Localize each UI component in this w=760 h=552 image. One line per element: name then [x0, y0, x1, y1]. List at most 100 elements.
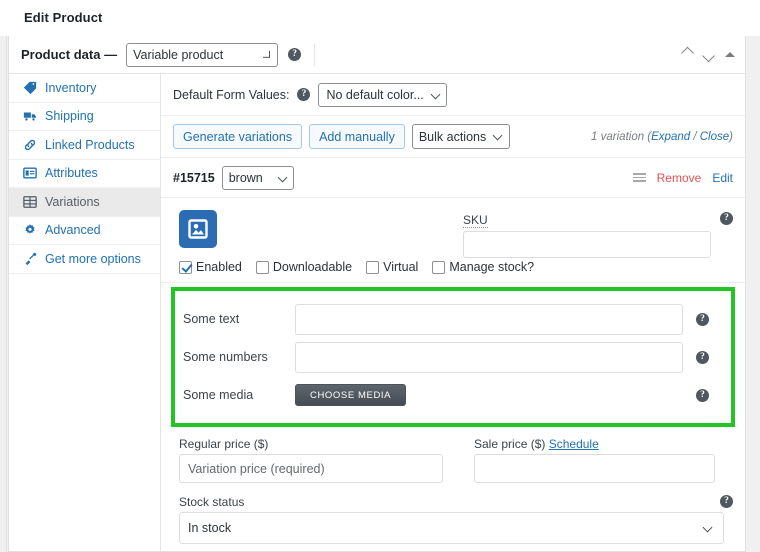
default-form-values-row: Default Form Values: ? No default color.… [161, 74, 745, 116]
chevron-down-icon [702, 522, 713, 533]
checkbox-box [179, 260, 192, 274]
sidebar-item-label: Linked Products [45, 137, 135, 152]
product-type-select[interactable]: Variable product [126, 42, 279, 67]
left-gutter [0, 36, 7, 552]
chevron-down-icon [430, 89, 441, 99]
variation-attribute-select[interactable]: brown [221, 165, 294, 190]
product-type-value: Variable product [133, 47, 224, 62]
variation-body: SKU ? Enabled Downloadable Virtual Manag… [161, 198, 745, 544]
help-icon[interactable]: ? [720, 212, 733, 225]
stock-status-label: Stock status [179, 495, 245, 509]
stock-status-select[interactable]: In stock [179, 512, 724, 544]
variation-count-text: 1 variation ( [591, 130, 652, 143]
custom-field-row-some-media: Some media CHOOSE MEDIA ? [175, 376, 731, 414]
toggle-panel-icon[interactable] [725, 52, 735, 57]
variation-count: 1 variation (Expand / Close) [591, 131, 733, 143]
sidebar-item-attributes[interactable]: Attributes [9, 160, 160, 188]
variation-id: #15715 [173, 170, 215, 185]
move-down-icon[interactable] [702, 49, 715, 63]
sidebar-item-label: Get more options [45, 251, 141, 266]
sidebar-item-label: Shipping [45, 109, 94, 123]
bulk-actions-value: Bulk actions [418, 129, 487, 144]
variation-attribute-value: brown [228, 170, 263, 185]
sidebar-item-linked-products[interactable]: Linked Products [9, 131, 160, 160]
sidebar-item-advanced[interactable]: Advanced [9, 217, 160, 245]
default-color-value: No default color... [326, 87, 424, 102]
variations-toolbar: Generate variations Add manually Bulk ac… [161, 116, 745, 158]
help-icon[interactable]: ? [720, 495, 733, 508]
some-numbers-input[interactable] [295, 341, 683, 373]
checkbox-downloadable[interactable]: Downloadable [255, 260, 352, 274]
custom-fields-highlight-box: Some text ? Some numbers ? Some media CH… [171, 287, 735, 427]
some-text-input[interactable] [295, 303, 683, 335]
sale-price-input[interactable] [474, 454, 715, 483]
metabox-header: Product data — Variable product ? [9, 36, 745, 74]
close-link[interactable]: Close [700, 131, 729, 143]
metabox-header-label: Product data — [21, 47, 118, 62]
chevron-down-icon [263, 50, 271, 58]
custom-field-label: Some text [183, 312, 240, 326]
checkbox-label: Virtual [383, 260, 419, 274]
chevron-down-icon [277, 172, 288, 182]
page-title: Edit Product [24, 10, 103, 25]
grid-icon [23, 195, 37, 209]
add-manually-button[interactable]: Add manually [309, 124, 405, 149]
metabox-body: Inventory Shipping Linked Products Attri… [9, 74, 745, 551]
checkbox-box [255, 260, 269, 274]
header-divider [314, 44, 315, 66]
help-icon[interactable]: ? [696, 313, 709, 326]
sidebar-item-shipping[interactable]: Shipping [9, 103, 160, 131]
move-up-icon[interactable] [681, 46, 694, 60]
sidebar-item-inventory[interactable]: Inventory [9, 74, 160, 103]
stock-status-value: In stock [188, 521, 232, 535]
bulk-actions-select[interactable]: Bulk actions [411, 124, 510, 149]
product-data-metabox: Product data — Variable product ? Invent… [8, 36, 746, 552]
sidebar-item-label: Attributes [45, 166, 98, 180]
help-icon[interactable]: ? [696, 389, 709, 402]
sale-price-label: Sale price ($) Schedule [474, 437, 599, 451]
sidebar-item-label: Advanced [45, 223, 101, 237]
checkbox-label: Manage stock? [449, 260, 535, 274]
variation-checkboxes: Enabled Downloadable Virtual Manage stoc… [161, 260, 745, 283]
expand-link[interactable]: Expand [651, 131, 690, 143]
metabox-actions [681, 36, 735, 73]
custom-field-label: Some numbers [183, 350, 268, 364]
page-body: Product data — Variable product ? Invent… [0, 36, 760, 552]
schedule-link[interactable]: Schedule [549, 437, 599, 451]
custom-field-row-some-numbers: Some numbers ? [175, 338, 731, 376]
regular-price-input[interactable]: Variation price (required) [179, 454, 443, 483]
sidebar-item-get-more-options[interactable]: Get more options [9, 245, 160, 274]
stock-status-block: Stock status In stock ? [179, 495, 745, 544]
count-separator: / [690, 130, 700, 143]
count-end: ) [729, 130, 733, 143]
image-placeholder-icon [188, 219, 208, 239]
sku-block: SKU [463, 212, 711, 258]
sidebar-item-variations[interactable]: Variations [9, 188, 160, 217]
price-row: Regular price ($) Variation price (requi… [179, 437, 745, 483]
variations-pane: Default Form Values: ? No default color.… [161, 74, 745, 551]
custom-field-label: Some media [183, 388, 254, 402]
checkbox-manage-stock[interactable]: Manage stock? [432, 260, 534, 274]
pricing-area: Regular price ($) Variation price (requi… [161, 427, 745, 544]
regular-price-block: Regular price ($) Variation price (requi… [179, 437, 463, 483]
choose-media-button[interactable]: CHOOSE MEDIA [295, 384, 407, 406]
link-icon [23, 138, 37, 152]
generate-variations-button[interactable]: Generate variations [173, 124, 303, 149]
variation-image-placeholder[interactable] [179, 210, 217, 248]
checkbox-virtual[interactable]: Virtual [366, 260, 418, 274]
checkbox-enabled[interactable]: Enabled [179, 260, 242, 274]
sku-label: SKU [463, 213, 488, 228]
edit-variation-link[interactable]: Edit [712, 171, 733, 185]
help-icon[interactable]: ? [288, 48, 302, 61]
extension-icon [23, 252, 37, 266]
remove-variation-link[interactable]: Remove [657, 171, 702, 185]
attributes-icon [23, 166, 37, 180]
sale-price-block: Sale price ($) Schedule [474, 437, 715, 483]
default-color-select[interactable]: No default color... [318, 82, 447, 107]
sidebar-item-label: Inventory [45, 80, 97, 95]
regular-price-label: Regular price ($) [179, 437, 269, 451]
help-icon[interactable]: ? [696, 351, 709, 364]
help-icon[interactable]: ? [297, 88, 311, 101]
drag-handle-icon[interactable] [632, 173, 646, 182]
sku-input[interactable] [463, 231, 711, 258]
